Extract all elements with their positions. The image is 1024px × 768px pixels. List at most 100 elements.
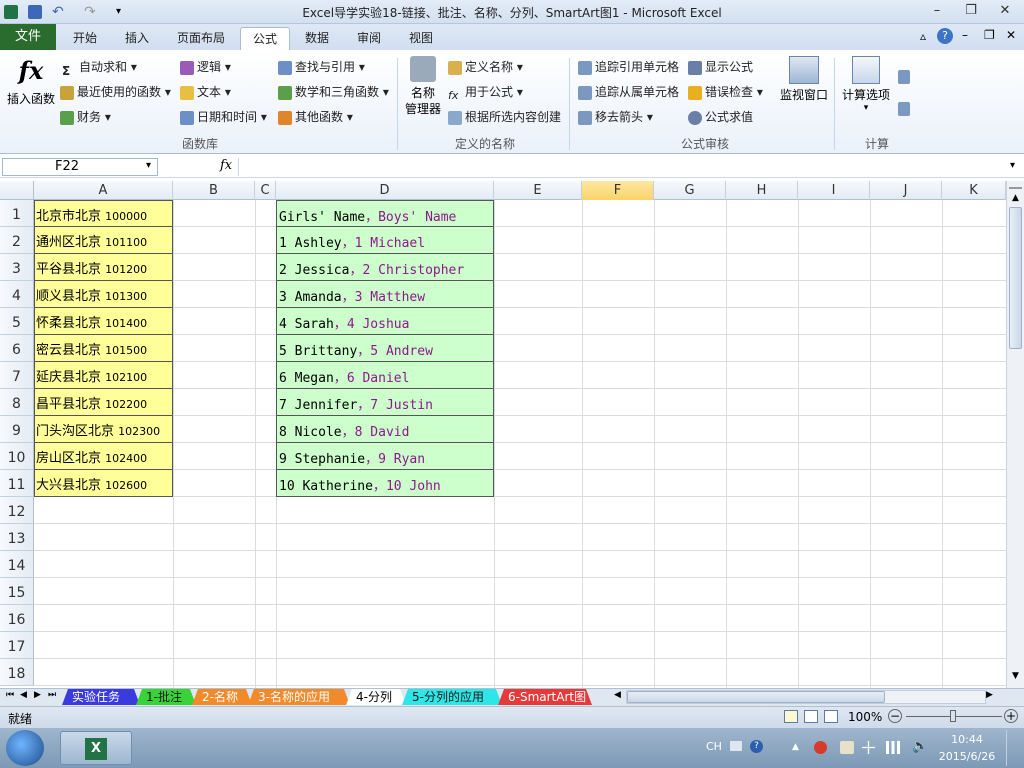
tab-data[interactable]: 数据	[294, 27, 340, 50]
financial-button[interactable]: 财务 ▾	[60, 107, 111, 127]
doc-minimize-icon[interactable]: –	[962, 28, 968, 42]
zoom-in-icon[interactable]: +	[1004, 709, 1018, 723]
row-header[interactable]: 6	[0, 335, 34, 362]
calculate-now-icon[interactable]	[898, 70, 910, 84]
worksheet-grid[interactable]	[34, 200, 1006, 688]
datetime-button[interactable]: 日期和时间 ▾	[180, 107, 267, 127]
sheet-tab[interactable]: 实验任务	[62, 689, 140, 705]
cell-d[interactable]: 8 Nicole，8 David	[276, 416, 494, 443]
column-header-a[interactable]: A	[34, 181, 173, 200]
close-button[interactable]: ✕	[992, 2, 1018, 20]
show-desktop-button[interactable]	[1006, 730, 1022, 766]
evaluate-formula-button[interactable]: 公式求值	[688, 107, 753, 127]
doc-close-icon[interactable]: ✕	[1006, 28, 1016, 42]
cell-a[interactable]: 通州区北京 101100	[34, 227, 173, 254]
row-header[interactable]: 18	[0, 659, 34, 686]
scroll-up-icon[interactable]: ▲	[1008, 191, 1023, 205]
name-box[interactable]: F22	[2, 158, 158, 176]
trace-precedents-button[interactable]: 追踪引用单元格	[578, 57, 679, 77]
cell-d[interactable]: 9 Stephanie，9 Ryan	[276, 443, 494, 470]
cell-a[interactable]: 平谷县北京 101200	[34, 254, 173, 281]
cell-a[interactable]: 大兴县北京 102600	[34, 470, 173, 497]
cell-a[interactable]: 密云县北京 101500	[34, 335, 173, 362]
cell-a[interactable]: 顺义县北京 101300	[34, 281, 173, 308]
tray-app-icon[interactable]	[840, 741, 854, 754]
column-header-d[interactable]: D	[276, 181, 494, 200]
sheet-tab[interactable]: 6-SmartArt图	[498, 689, 592, 705]
trace-dependents-button[interactable]: 追踪从属单元格	[578, 82, 679, 102]
security-alert-icon[interactable]	[814, 741, 827, 754]
define-name-button[interactable]: 定义名称 ▾	[448, 57, 523, 77]
cell-d[interactable]: 7 Jennifer，7 Justin	[276, 389, 494, 416]
clock-date[interactable]: 2015/6/26	[938, 750, 996, 763]
scroll-down-icon[interactable]: ▼	[1008, 669, 1023, 683]
network-icon[interactable]	[886, 741, 900, 754]
row-header[interactable]: 14	[0, 551, 34, 578]
recent-functions-button[interactable]: 最近使用的函数 ▾	[60, 82, 171, 102]
split-box[interactable]	[1009, 183, 1022, 189]
tab-page-layout[interactable]: 页面布局	[168, 27, 234, 50]
column-header-h[interactable]: H	[726, 181, 798, 200]
next-sheet-icon[interactable]: ▶	[34, 690, 41, 700]
ime-help-icon[interactable]: ?	[750, 740, 763, 753]
cell-a[interactable]: 房山区北京 102400	[34, 443, 173, 470]
help-icon[interactable]: ?	[937, 28, 953, 44]
select-all-button[interactable]	[0, 181, 34, 200]
tab-split-icon[interactable]: ◀	[614, 690, 621, 700]
autosum-button[interactable]: Σ 自动求和 ▾	[62, 57, 137, 78]
cell-d[interactable]: 6 Megan，6 Daniel	[276, 362, 494, 389]
cell-d[interactable]: 5 Brittany，5 Andrew	[276, 335, 494, 362]
sheet-tab[interactable]: 5-分列的应用	[402, 689, 502, 705]
row-header[interactable]: 15	[0, 578, 34, 605]
column-header-j[interactable]: J	[870, 181, 942, 200]
cell-a[interactable]: 昌平县北京 102200	[34, 389, 173, 416]
more-functions-button[interactable]: 其他函数 ▾	[278, 107, 353, 127]
column-header-e[interactable]: E	[494, 181, 582, 200]
row-header[interactable]: 7	[0, 362, 34, 389]
tab-review[interactable]: 审阅	[346, 27, 392, 50]
row-header[interactable]: 8	[0, 389, 34, 416]
keyboard-icon[interactable]	[730, 741, 742, 751]
name-box-dropdown-icon[interactable]: ▾	[146, 160, 151, 171]
row-header[interactable]: 11	[0, 470, 34, 497]
column-header-f[interactable]: F	[582, 181, 654, 200]
use-in-formula-button[interactable]: fx 用于公式 ▾	[448, 82, 523, 102]
cell-d[interactable]: 4 Sarah，4 Joshua	[276, 308, 494, 335]
cell-d[interactable]: Girls' Name，Boys' Name	[276, 200, 494, 227]
row-header[interactable]: 12	[0, 497, 34, 524]
cell-a[interactable]: 怀柔县北京 101400	[34, 308, 173, 335]
lookup-button[interactable]: 查找与引用 ▾	[278, 57, 365, 77]
logical-button[interactable]: 逻辑 ▾	[180, 57, 231, 77]
column-header-g[interactable]: G	[654, 181, 726, 200]
start-button[interactable]	[6, 730, 44, 766]
sheet-tab[interactable]: 4-分列	[346, 689, 406, 705]
column-header-i[interactable]: I	[798, 181, 870, 200]
scroll-thumb[interactable]	[1009, 207, 1022, 349]
scroll-right-icon[interactable]: ▶	[986, 690, 993, 700]
first-sheet-icon[interactable]: ⏮	[6, 690, 14, 700]
sheet-tab[interactable]: 3-名称的应用	[248, 689, 350, 705]
zoom-out-icon[interactable]: −	[888, 709, 902, 723]
cell-d[interactable]: 2 Jessica，2 Christopher	[276, 254, 494, 281]
cell-a[interactable]: 延庆县北京 102100	[34, 362, 173, 389]
restore-button[interactable]: ❐	[958, 2, 984, 20]
page-layout-view-icon[interactable]	[804, 710, 818, 723]
doc-restore-icon[interactable]: ❐	[984, 28, 995, 42]
name-manager-button[interactable]: 名称 管理器	[402, 56, 444, 117]
tab-home[interactable]: 开始	[62, 27, 108, 50]
row-header[interactable]: 16	[0, 605, 34, 632]
row-header[interactable]: 3	[0, 254, 34, 281]
expand-formula-bar-icon[interactable]: ▾	[1010, 160, 1015, 171]
row-header[interactable]: 17	[0, 632, 34, 659]
last-sheet-icon[interactable]: ⏭	[48, 690, 56, 700]
remove-arrows-button[interactable]: 移去箭头 ▾	[578, 107, 653, 127]
minimize-button[interactable]: –	[924, 2, 950, 20]
column-header-k[interactable]: K	[942, 181, 1006, 200]
insert-function-button[interactable]: fx 插入函数	[6, 56, 56, 107]
tab-view[interactable]: 视图	[398, 27, 444, 50]
collapse-ribbon-icon[interactable]: ▵	[920, 29, 926, 43]
h-scroll-thumb[interactable]	[627, 691, 885, 703]
create-from-selection-button[interactable]: 根据所选内容创建	[448, 107, 561, 127]
tab-file[interactable]: 文件	[0, 24, 56, 50]
clock-time[interactable]: 10:44	[944, 733, 990, 746]
